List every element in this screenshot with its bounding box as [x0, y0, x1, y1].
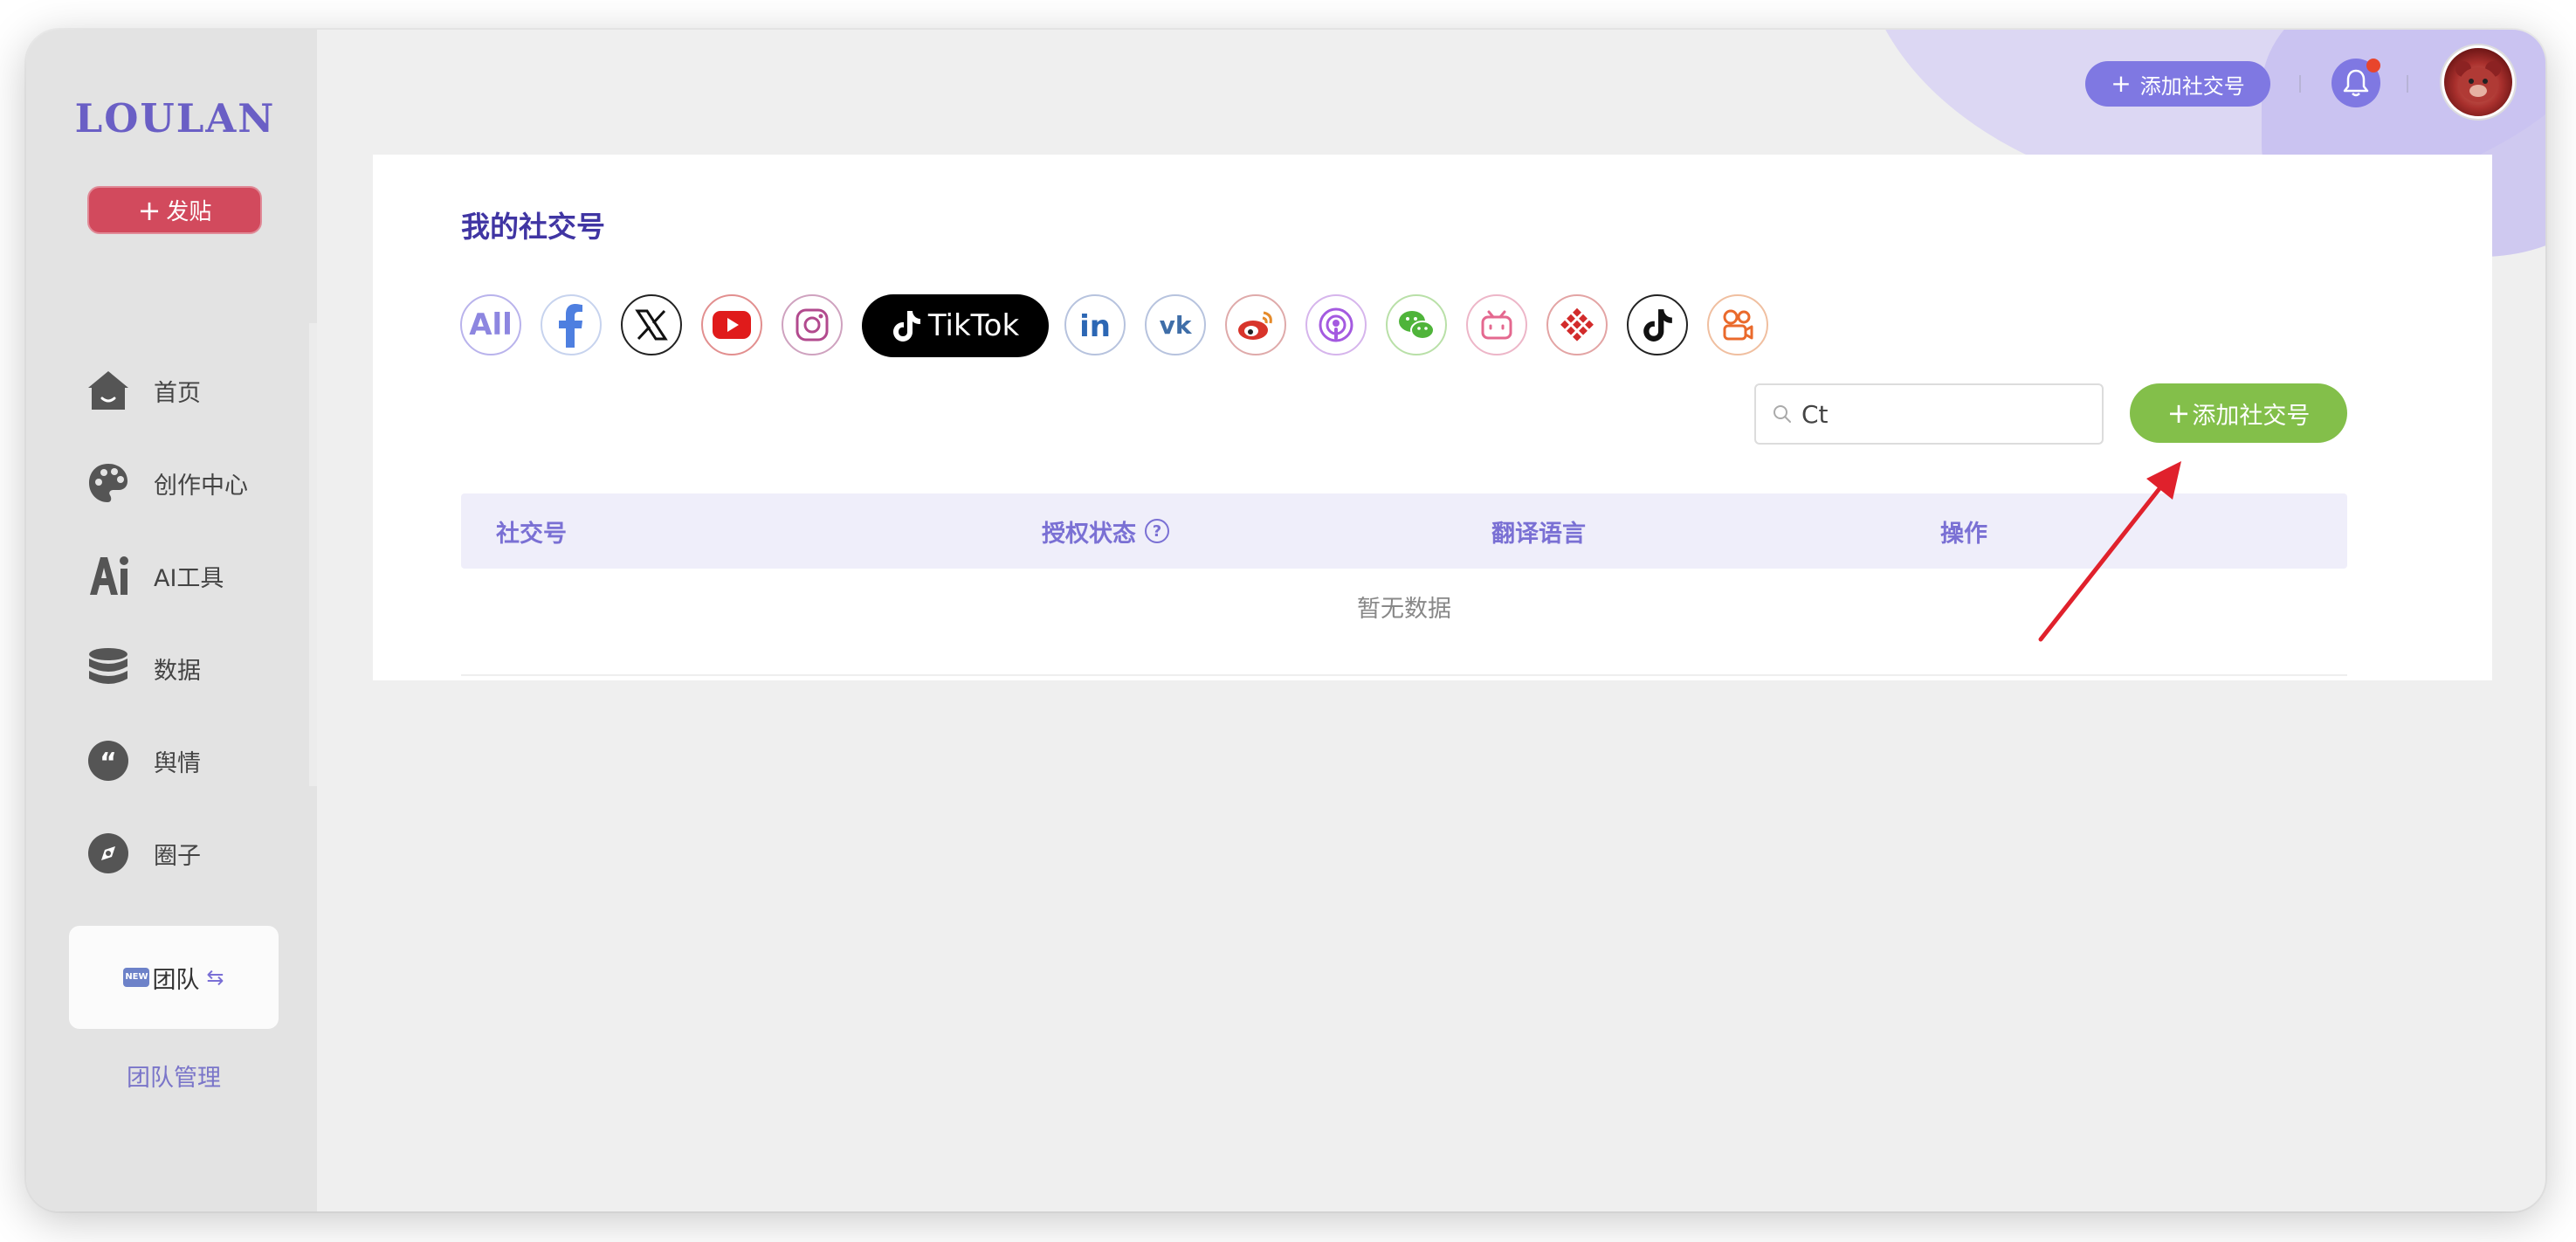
sidebar-item-label: 创作中心 [154, 472, 248, 500]
quote-icon: “ [86, 738, 131, 783]
sidebar-item-label: 舆情 [154, 749, 201, 777]
palette-icon [86, 460, 131, 506]
filter-facebook[interactable] [541, 294, 602, 355]
svg-text:vk: vk [1160, 312, 1193, 338]
filter-vk[interactable]: vk [1145, 294, 1206, 355]
column-header-translation-language: 翻译语言 [1491, 493, 1586, 569]
compass-icon [86, 831, 131, 876]
header-divider [2299, 75, 2301, 93]
plus-icon: + [2111, 69, 2132, 98]
kuaishou-icon [1723, 309, 1753, 341]
sidebar-item-creation-center[interactable]: 创作中心 [86, 452, 248, 514]
table-divider [461, 674, 2347, 676]
filter-linkedin[interactable]: in [1064, 294, 1126, 355]
filter-all-label: All [469, 307, 513, 342]
filter-kuaishou[interactable] [1707, 294, 1768, 355]
sidebar-item-label: AI工具 [154, 564, 224, 592]
new-badge: NEW [123, 968, 150, 987]
filter-x[interactable] [621, 294, 682, 355]
plus-icon: + [2166, 397, 2191, 430]
filter-instagram[interactable] [782, 294, 843, 355]
new-post-button[interactable]: + 发贴 [87, 186, 262, 234]
sidebar-item-label: 数据 [154, 657, 201, 685]
add-account-label: 添加社交号 [2192, 402, 2311, 430]
column-header-label: 翻译语言 [1491, 520, 1586, 548]
x-logo-icon [635, 309, 668, 341]
bilibili-icon [1481, 310, 1512, 340]
instagram-icon [796, 308, 829, 342]
youtube-icon [713, 311, 751, 339]
wechat-icon [1399, 311, 1435, 340]
filter-wechat[interactable] [1386, 294, 1447, 355]
header-add-account-label: 添加社交号 [2139, 73, 2245, 99]
page-title: 我的社交号 [461, 210, 605, 244]
filter-all[interactable]: All [460, 294, 521, 355]
vk-icon: vk [1160, 312, 1193, 338]
column-header-label: 操作 [1940, 520, 1987, 548]
add-account-button[interactable]: + 添加社交号 [2130, 383, 2347, 443]
filter-xigua[interactable] [1546, 294, 1608, 355]
column-header-account: 社交号 [496, 493, 567, 569]
team-manage-link[interactable]: 团队管理 [69, 1059, 279, 1093]
help-icon[interactable]: ? [1145, 519, 1169, 543]
sidebar-item-data[interactable]: 数据 [86, 638, 201, 699]
svg-text:“: “ [100, 748, 117, 778]
search-input[interactable]: Ct [1801, 400, 1829, 429]
tiktok-icon [892, 311, 920, 342]
column-header-actions: 操作 [1940, 493, 1987, 569]
column-header-label: 社交号 [496, 520, 567, 548]
xigua-icon [1560, 307, 1594, 342]
filter-bilibili[interactable] [1466, 294, 1527, 355]
douyin-icon [1643, 309, 1672, 342]
filter-youtube[interactable] [701, 294, 762, 355]
home-icon [86, 368, 131, 413]
filter-tiktok-label: TikTok [927, 308, 1020, 343]
logo[interactable]: LOULAN [74, 95, 276, 141]
svg-text:in: in [1079, 309, 1111, 342]
filter-podcasts[interactable] [1305, 294, 1367, 355]
bell-icon [2343, 69, 2369, 97]
notification-badge [2366, 59, 2380, 72]
new-post-label: 发贴 [166, 199, 212, 225]
podcast-icon [1319, 307, 1353, 342]
sidebar-scrollbar[interactable] [309, 323, 317, 786]
sidebar-item-label: 首页 [154, 379, 201, 407]
sidebar-item-circles[interactable]: 圈子 [86, 823, 201, 884]
column-header-auth-status: 授权状态 ? [1042, 493, 1169, 569]
table-header: 社交号 授权状态 ? 翻译语言 操作 [461, 493, 2347, 569]
sidebar-item-label: 圈子 [154, 842, 201, 870]
sidebar-item-home[interactable]: 首页 [86, 360, 201, 421]
plus-icon: + [137, 193, 162, 227]
database-icon [86, 645, 131, 691]
filter-tiktok[interactable]: TikTok [862, 294, 1049, 357]
sidebar-item-public-opinion[interactable]: “ 舆情 [86, 730, 201, 791]
ai-icon [86, 553, 131, 598]
filter-douyin[interactable] [1627, 294, 1688, 355]
sidebar: LOULAN + 发贴 首页 创作中心 AI工具 数据 “ 舆情 圈子 NEW … [26, 30, 317, 1211]
filter-weibo[interactable] [1225, 294, 1286, 355]
empty-state: 暂无数据 [1357, 595, 1451, 623]
header-add-account-button[interactable]: + 添加社交号 [2085, 61, 2270, 107]
search-icon [1774, 405, 1791, 423]
app-window: LOULAN + 发贴 首页 创作中心 AI工具 数据 “ 舆情 圈子 NEW … [26, 30, 2545, 1211]
sidebar-item-ai-tools[interactable]: AI工具 [86, 545, 224, 606]
header-divider [2407, 75, 2408, 93]
column-header-label: 授权状态 [1042, 520, 1136, 548]
avatar[interactable] [2442, 45, 2515, 119]
team-switch-card[interactable]: NEW 团队 ⇆ [69, 926, 279, 1029]
linkedin-icon: in [1079, 309, 1111, 342]
facebook-icon [559, 304, 582, 348]
team-label: 团队 [152, 966, 200, 994]
weibo-icon [1238, 311, 1272, 340]
search-field[interactable]: Ct [1754, 383, 2104, 445]
social-accounts-card: 我的社交号 All TikTok in vk Ct + 添加社交号 社交号 授权… [373, 155, 2492, 680]
switch-icon[interactable]: ⇆ [206, 965, 224, 990]
